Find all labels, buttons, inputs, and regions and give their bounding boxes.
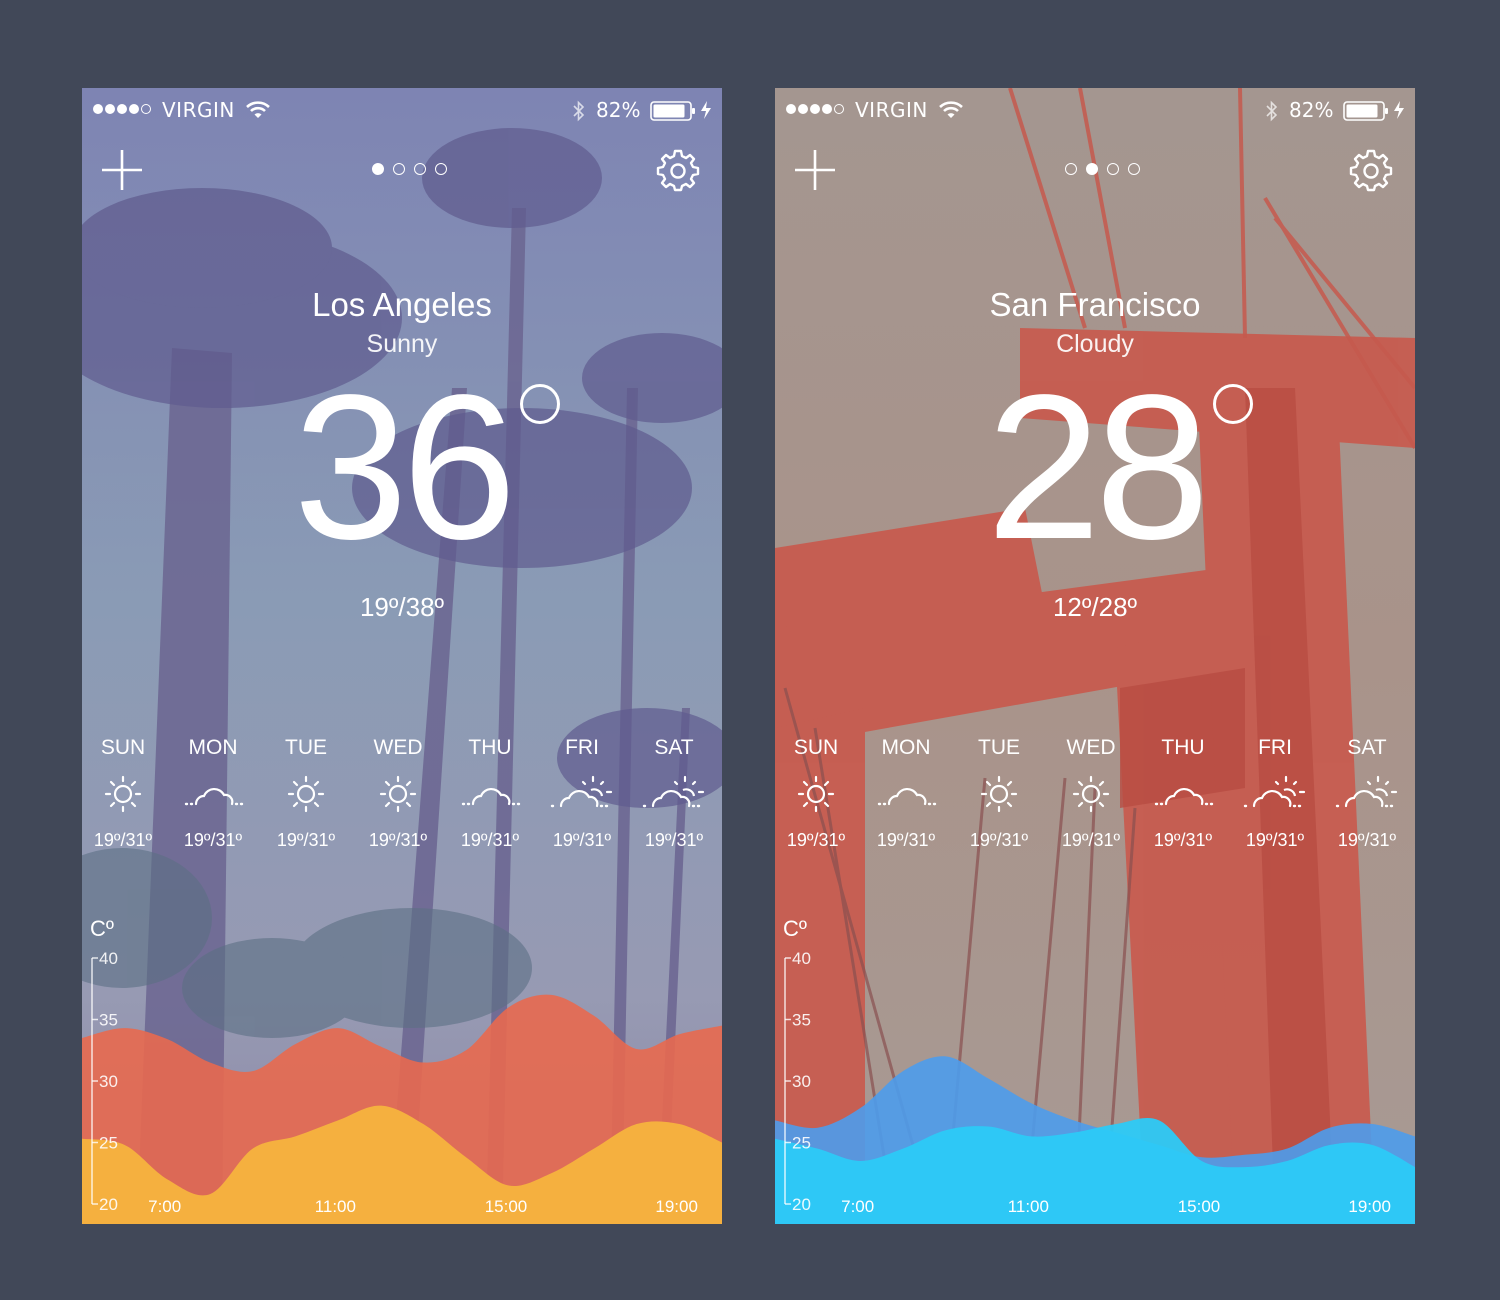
y-axis-tick-label: 20 [792, 1195, 811, 1214]
x-axis-tick-label: 11:00 [1008, 1197, 1049, 1216]
y-axis-tick-label: 30 [99, 1072, 118, 1091]
y-axis-tick-label: 40 [99, 949, 118, 968]
hourly-temperature-chart: 40 35 30 25 20 7:00 11:00 15:00 19:00 [775, 949, 1415, 1224]
y-axis-tick-label: 40 [792, 949, 811, 968]
y-axis-tick-label: 25 [99, 1134, 118, 1153]
y-axis-tick-label: 35 [792, 1011, 811, 1030]
weather-screen-los-angeles: VIRGIN 82% Los Angeles Sunny 36 19º/38º … [82, 88, 722, 1224]
y-axis-tick-label: 35 [99, 1011, 118, 1030]
y-axis-tick-label: 20 [99, 1195, 118, 1214]
y-axis-tick-label: 30 [792, 1072, 811, 1091]
x-axis-tick-label: 7:00 [148, 1197, 181, 1216]
x-axis-tick-label: 19:00 [1348, 1197, 1391, 1216]
x-axis-tick-label: 7:00 [841, 1197, 874, 1216]
x-axis-tick-label: 11:00 [315, 1197, 356, 1216]
weather-screen-san-francisco: VIRGIN 82% San Francisco Cloudy 28 12º/2… [775, 88, 1415, 1224]
x-axis-tick-label: 15:00 [485, 1197, 528, 1216]
x-axis-tick-label: 19:00 [655, 1197, 698, 1216]
x-axis-tick-label: 15:00 [1178, 1197, 1221, 1216]
hourly-temperature-chart: 40 35 30 25 20 7:00 11:00 15:00 19:00 [82, 949, 722, 1224]
y-axis-tick-label: 25 [792, 1134, 811, 1153]
